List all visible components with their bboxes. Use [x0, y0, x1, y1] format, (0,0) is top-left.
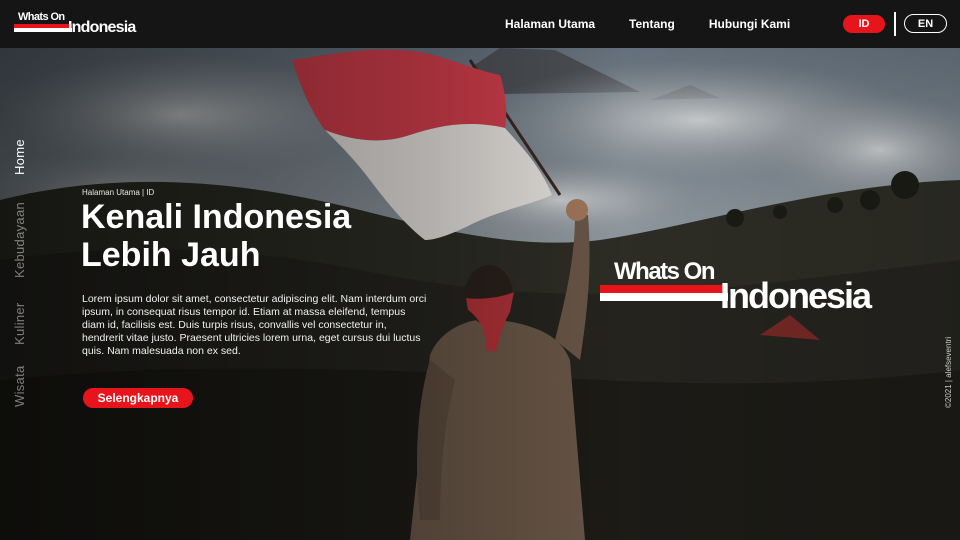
side-nav-home[interactable]: Home: [12, 139, 27, 175]
page-title: Kenali Indonesia Lebih Jauh: [81, 198, 401, 274]
brand-logo[interactable]: Whats On Indonesia: [14, 11, 138, 37]
page-title-line2: Lebih Jauh: [81, 236, 261, 274]
brand-flag-white-bar: [14, 28, 72, 32]
hero-logo-line1: Whats On: [614, 258, 716, 285]
language-id-button[interactable]: ID: [843, 15, 885, 33]
hero-description: Lorem ipsum dolor sit amet, consectetur …: [82, 293, 427, 357]
side-nav-kuliner[interactable]: Kuliner: [12, 302, 27, 345]
language-divider: [894, 12, 896, 36]
brand-logo-line1: Whats On: [18, 11, 65, 23]
nav-links: Halaman Utama Tentang Hubungi Kami: [505, 0, 824, 48]
nav-link-hubungi-kami[interactable]: Hubungi Kami: [709, 17, 790, 31]
language-en-button[interactable]: EN: [904, 14, 947, 33]
breadcrumb: Halaman Utama | ID: [82, 188, 155, 197]
brand-logo-line2: Indonesia: [68, 19, 136, 36]
side-nav: Home Kebudayaan Kuliner Wisata: [12, 130, 32, 410]
nav-link-tentang[interactable]: Tentang: [629, 17, 675, 31]
top-navbar: Whats On Indonesia Halaman Utama Tentang…: [0, 0, 960, 48]
hero-logo: Whats On Indonesia: [600, 258, 880, 318]
side-nav-kebudayaan[interactable]: Kebudayaan: [12, 202, 27, 278]
side-nav-wisata[interactable]: Wisata: [12, 365, 27, 407]
nav-link-halaman-utama[interactable]: Halaman Utama: [505, 17, 595, 31]
hero-logo-line2: Indonesia: [720, 275, 872, 316]
photo-credit: ©2021 | alefseventri: [944, 336, 953, 408]
hero-logo-white-bar: [600, 293, 728, 301]
page-title-line1: Kenali Indonesia: [81, 198, 352, 236]
read-more-button[interactable]: Selengkapnya: [83, 388, 193, 408]
hero-logo-red-bar: [600, 285, 728, 293]
